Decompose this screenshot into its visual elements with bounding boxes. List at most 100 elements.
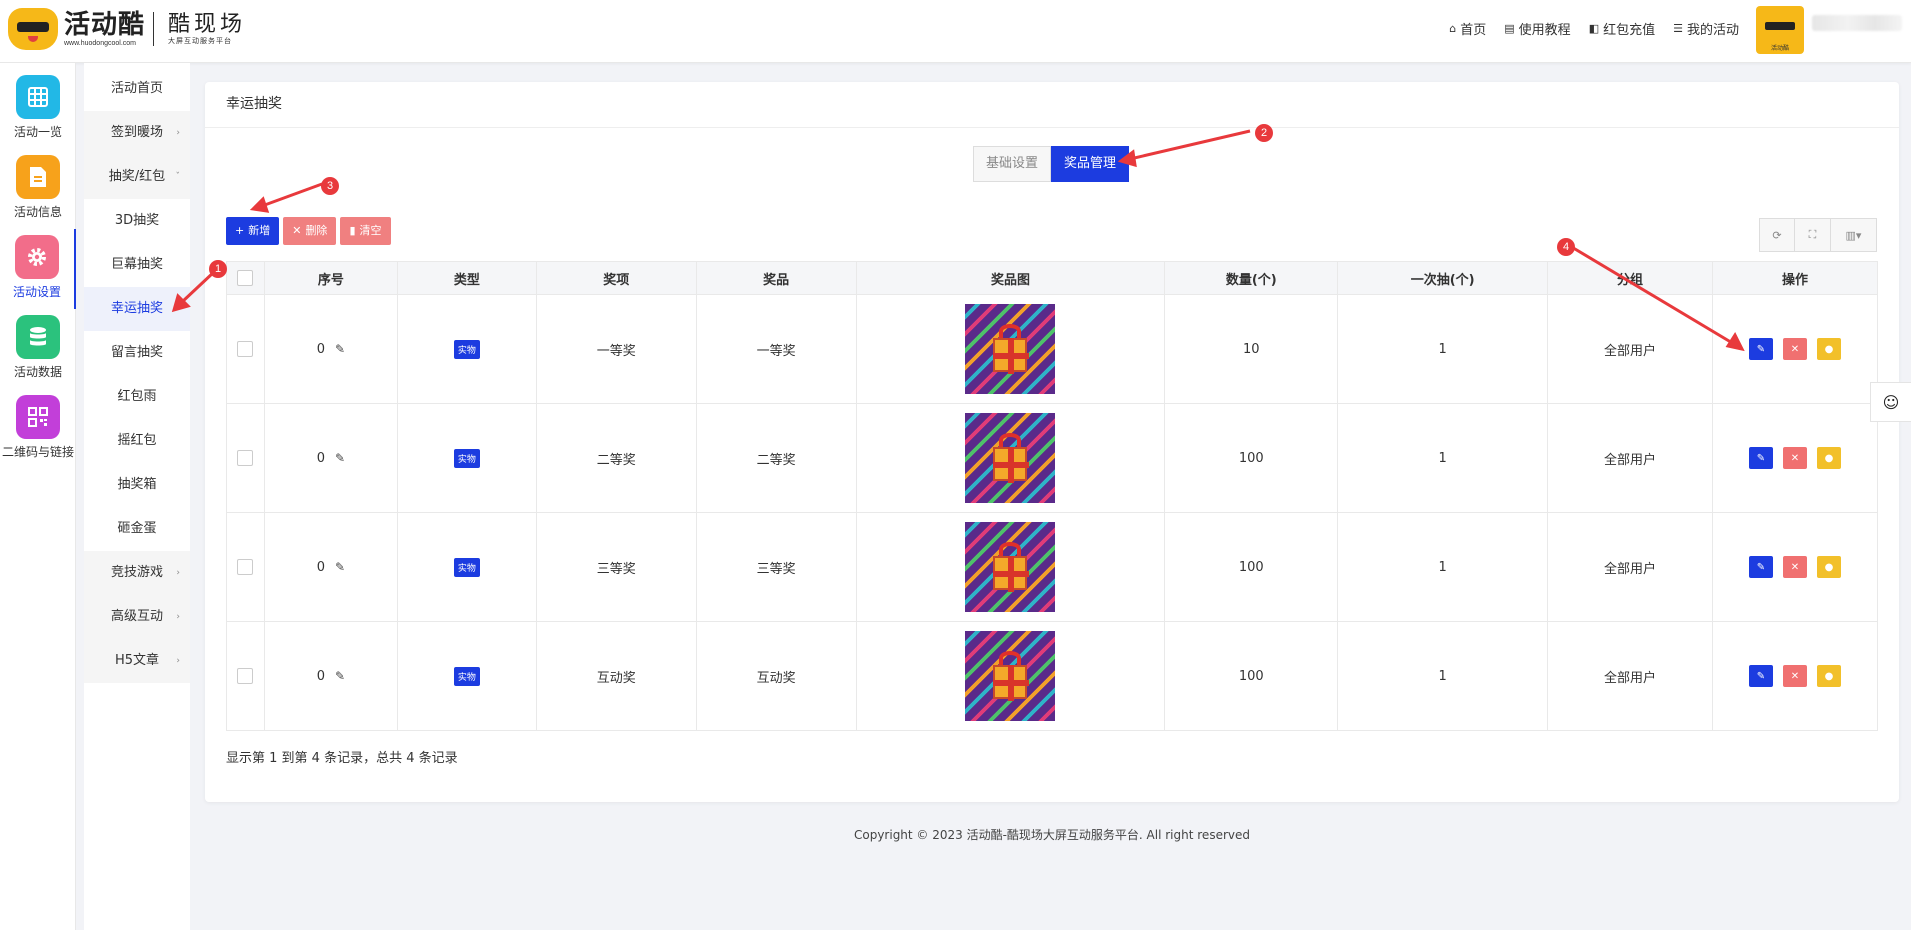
group-cell: 全部用户	[1547, 621, 1713, 731]
pencil-icon[interactable]: ✎	[335, 560, 345, 574]
submenu-item-3d-lottery[interactable]: 3D抽奖	[84, 199, 190, 243]
gear-icon	[15, 235, 59, 279]
group-cell: 全部用户	[1547, 403, 1713, 513]
per-draw-cell: 1	[1337, 294, 1549, 404]
award-cell: 一等奖	[535, 294, 697, 404]
quantity-cell: 10	[1164, 294, 1339, 404]
quantity-cell: 100	[1164, 403, 1339, 513]
row-actions: ✎ ✕ ●	[1713, 447, 1877, 469]
select-all-cell	[226, 261, 265, 295]
rail-item-activity-list[interactable]: 活动一览	[0, 69, 76, 149]
edit-button[interactable]: ✎	[1748, 447, 1773, 469]
column-header-quantity[interactable]: 数量(个)	[1164, 261, 1339, 295]
column-header-prize-image[interactable]: 奖品图	[855, 261, 1166, 295]
type-badge: 实物	[453, 557, 480, 577]
trash-icon: ▮	[349, 224, 356, 237]
prize-image[interactable]	[965, 522, 1056, 612]
per-draw-cell: 1	[1337, 621, 1549, 731]
nav-recharge-link[interactable]: ◧ 红包充值	[1589, 19, 1655, 38]
customer-service-button[interactable]: ☺	[1870, 382, 1911, 422]
rail-item-activity-settings[interactable]: 活动设置	[0, 229, 76, 309]
user-icon: ●	[1824, 561, 1834, 573]
close-icon: ✕	[1790, 452, 1800, 464]
cat-logo-icon	[8, 8, 58, 50]
gift-box-icon	[993, 556, 1030, 592]
column-header-group[interactable]: 分组	[1547, 261, 1713, 295]
prize-image[interactable]	[965, 631, 1056, 721]
username-redacted[interactable]	[1812, 15, 1902, 31]
assign-user-button[interactable]: ●	[1816, 338, 1841, 360]
edit-button[interactable]: ✎	[1748, 338, 1773, 360]
add-button[interactable]: + 新增	[226, 217, 280, 245]
submenu-item-advanced-interaction[interactable]: 高级互动 ›	[84, 595, 190, 639]
gift-bow-icon	[999, 433, 1022, 447]
clear-button[interactable]: ▮ 清空	[340, 217, 391, 245]
column-header-award[interactable]: 奖项	[535, 261, 697, 295]
plus-icon: +	[235, 224, 245, 237]
edit-button[interactable]: ✎	[1748, 665, 1773, 687]
assign-user-button[interactable]: ●	[1816, 665, 1841, 687]
column-header-type[interactable]: 类型	[396, 261, 537, 295]
close-icon: ✕	[1790, 561, 1800, 573]
submenu-item-redpacket-rain[interactable]: 红包雨	[84, 375, 190, 419]
delete-button[interactable]: ✕ 删除	[283, 217, 337, 245]
prize-cell: 一等奖	[695, 294, 857, 404]
gift-bow-icon	[999, 651, 1022, 665]
delete-row-button[interactable]: ✕	[1782, 447, 1807, 469]
submenu-item-shake-redpacket[interactable]: 摇红包	[84, 419, 190, 463]
submenu-item-h5-article[interactable]: H5文章 ›	[84, 639, 190, 683]
column-header-per-draw[interactable]: 一次抽(个)	[1337, 261, 1549, 295]
quantity-cell: 100	[1164, 621, 1339, 731]
rail-item-activity-info[interactable]: 活动信息	[0, 149, 76, 229]
row-checkbox[interactable]	[237, 559, 254, 575]
delete-row-button[interactable]: ✕	[1782, 665, 1807, 687]
assign-user-button[interactable]: ●	[1816, 556, 1841, 578]
fullscreen-button[interactable]: ⛶	[1795, 218, 1831, 252]
prize-image[interactable]	[965, 413, 1056, 503]
pencil-icon[interactable]: ✎	[335, 669, 345, 683]
home-icon: ⌂	[1449, 22, 1457, 35]
close-icon: ✕	[1790, 343, 1800, 355]
column-header-seq[interactable]: 序号	[263, 261, 398, 295]
submenu-item-lottery-redpacket[interactable]: 抽奖/红包 ˇ	[84, 155, 190, 199]
pencil-icon[interactable]: ✎	[335, 342, 345, 356]
submenu-item-golden-egg[interactable]: 砸金蛋	[84, 507, 190, 551]
submenu-item-lottery-box[interactable]: 抽奖箱	[84, 463, 190, 507]
submenu-item-lucky-draw[interactable]: 幸运抽奖	[84, 287, 190, 331]
prize-image[interactable]	[965, 304, 1056, 394]
submenu-item-games[interactable]: 竞技游戏 ›	[84, 551, 190, 595]
rail-item-qrcode-links[interactable]: 二维码与链接	[0, 389, 76, 469]
type-badge: 实物	[453, 448, 480, 468]
gift-box-icon	[993, 447, 1030, 483]
icon-rail: 活动一览 活动信息 活动设置 活动数据 二维码与链接	[0, 63, 76, 930]
refresh-button[interactable]: ⟳	[1759, 218, 1795, 252]
column-header-prize[interactable]: 奖品	[695, 261, 857, 295]
submenu-item-home[interactable]: 活动首页	[84, 67, 190, 111]
logo-url: www.huodongcool.com	[64, 39, 136, 47]
column-header-actions[interactable]: 操作	[1711, 261, 1879, 295]
columns-toggle-button[interactable]: ▥▾	[1831, 218, 1877, 252]
tab-basic-settings[interactable]: 基础设置	[973, 146, 1052, 182]
award-cell: 互动奖	[535, 621, 697, 731]
nav-my-activities-link[interactable]: ☰ 我的活动	[1673, 19, 1739, 38]
submenu-item-message-lottery[interactable]: 留言抽奖	[84, 331, 190, 375]
pencil-icon[interactable]: ✎	[335, 451, 345, 465]
submenu-item-giant-screen-lottery[interactable]: 巨幕抽奖	[84, 243, 190, 287]
row-checkbox[interactable]	[237, 450, 254, 466]
tab-prize-management[interactable]: 奖品管理	[1051, 146, 1130, 182]
edit-button[interactable]: ✎	[1748, 556, 1773, 578]
qrcode-icon	[16, 395, 60, 439]
select-all-checkbox[interactable]	[237, 270, 254, 286]
row-checkbox[interactable]	[237, 668, 254, 684]
page-title: 幸运抽奖	[205, 82, 1899, 128]
submenu-item-checkin[interactable]: 签到暖场 ›	[84, 111, 190, 155]
rail-item-activity-data[interactable]: 活动数据	[0, 309, 76, 389]
nav-tutorial-link[interactable]: ▤ 使用教程	[1504, 19, 1570, 38]
brand-logo[interactable]: 活动酷 www.huodongcool.com 酷现场 大屏互动服务平台	[8, 8, 246, 50]
nav-home-link[interactable]: ⌂ 首页	[1449, 19, 1486, 38]
row-checkbox[interactable]	[237, 341, 254, 357]
avatar[interactable]: 活动酷	[1756, 6, 1804, 54]
delete-row-button[interactable]: ✕	[1782, 338, 1807, 360]
assign-user-button[interactable]: ●	[1816, 447, 1841, 469]
delete-row-button[interactable]: ✕	[1782, 556, 1807, 578]
